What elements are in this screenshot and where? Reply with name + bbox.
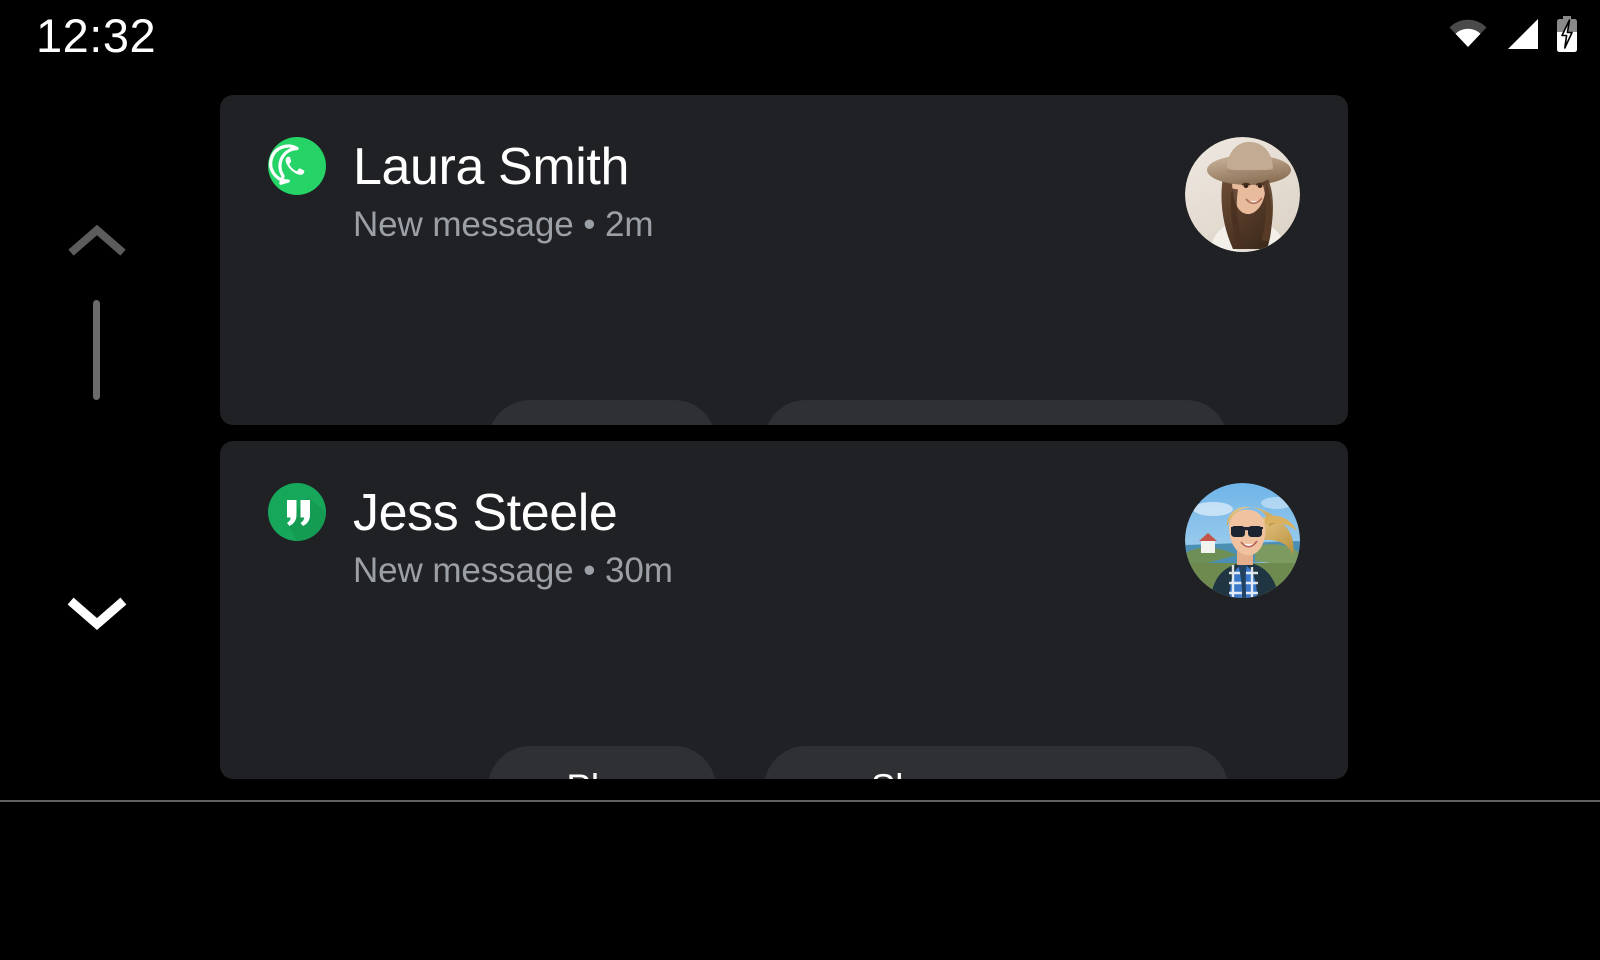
- show-message-button[interactable]: Show message: [764, 746, 1228, 779]
- notification-card[interactable]: Laura Smith New message • 2m: [220, 95, 1348, 425]
- status-bar-clock: 12:32: [36, 9, 157, 62]
- notification-text: Jess Steele New message • 30m: [353, 483, 673, 592]
- bottom-bar: [0, 802, 1600, 960]
- notification-header: Laura Smith New message • 2m: [268, 137, 654, 246]
- whatsapp-icon: [268, 137, 326, 195]
- notification-actions: Play Show message: [488, 400, 1228, 425]
- notification-text: Laura Smith New message • 2m: [353, 137, 654, 246]
- hangouts-icon: [268, 483, 326, 541]
- notification-sender: Laura Smith: [353, 138, 629, 196]
- notification-sender: Jess Steele: [353, 484, 618, 542]
- notification-actions: Play Show message: [488, 746, 1228, 779]
- scrollbar-thumb[interactable]: [93, 300, 100, 400]
- play-button[interactable]: Play: [488, 400, 716, 425]
- status-bar: 12:32: [0, 0, 1600, 72]
- notification-summary: New message • 30m: [353, 551, 673, 590]
- notification-summary: New message • 2m: [353, 205, 654, 244]
- scroll-up-button[interactable]: [62, 220, 132, 264]
- scroll-down-button[interactable]: [62, 590, 132, 634]
- android-auto-notification-screen: 12:32 Laura Smith New message • 2m Jess …: [0, 0, 1600, 960]
- avatar-laura-smith: [1185, 137, 1300, 252]
- wifi-icon: [1448, 18, 1488, 50]
- status-bar-icons: [1448, 12, 1578, 56]
- cellular-signal-icon: [1505, 18, 1539, 50]
- show-message-button[interactable]: Show message: [764, 400, 1228, 425]
- play-button[interactable]: Play: [488, 746, 716, 779]
- notification-header: Jess Steele New message • 30m: [268, 483, 673, 592]
- battery-charging-icon: [1556, 16, 1578, 52]
- notification-list: Laura Smith New message • 2m Jess Steele…: [220, 95, 1348, 779]
- scrollbar[interactable]: [62, 210, 132, 650]
- avatar-jess-steele: [1185, 483, 1300, 598]
- notification-card[interactable]: Jess Steele New message • 30m: [220, 441, 1348, 779]
